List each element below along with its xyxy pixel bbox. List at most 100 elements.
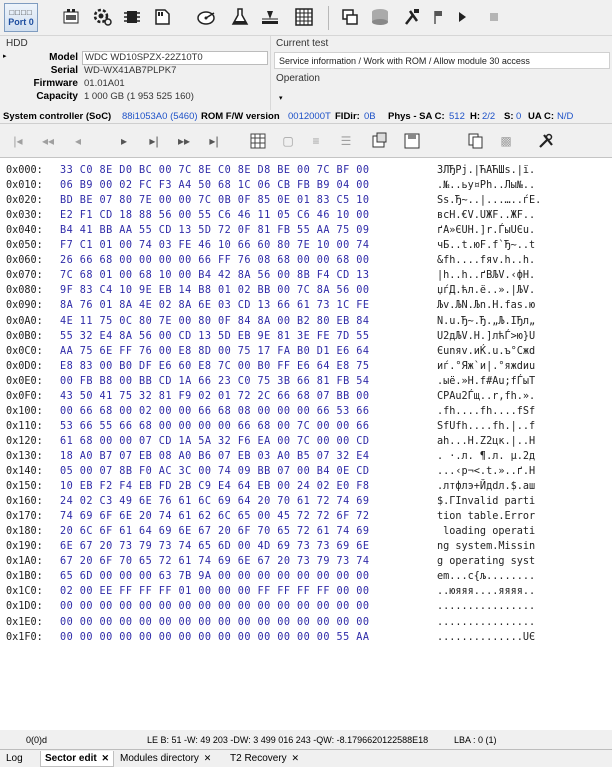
hex-ascii[interactable]: tion table.Error (437, 510, 535, 523)
tab-sector-edit[interactable]: Sector edit ✕ (40, 751, 115, 767)
hex-bytes[interactable]: AA 75 6E FF 76 00 E8 8D 00 75 17 FA B0 D… (60, 345, 369, 358)
hex-ascii[interactable]: .fh....fh....fSf (437, 405, 535, 418)
operation-dropdown-icon[interactable]: ▾ (279, 94, 283, 102)
list-icon[interactable]: ☰ (334, 129, 358, 153)
hex-row[interactable]: 0x190: 6E 67 20 73 79 73 74 65 6D 00 4D 6… (0, 540, 612, 553)
hex-bytes[interactable]: 53 66 55 66 68 00 00 00 00 66 68 00 7C 0… (60, 420, 369, 433)
hex-row[interactable]: 0x070: 7C 68 01 00 68 10 00 B4 42 8A 56 0… (0, 269, 612, 282)
write-tool-icon[interactable] (256, 3, 284, 31)
save-file-icon[interactable] (400, 129, 424, 153)
hex-ascii[interactable]: U2дЉV.Н.]лћЃ>ю}U (437, 330, 535, 343)
next-fast-icon[interactable]: ▸▸ (172, 129, 196, 153)
hex-bytes[interactable]: 00 00 00 00 00 00 00 00 00 00 00 00 00 0… (60, 631, 369, 644)
grid-table-icon[interactable] (290, 3, 318, 31)
hex-ascii[interactable]: ................ (437, 616, 535, 629)
hex-row[interactable]: 0x050: F7 C1 01 00 74 03 FE 46 10 66 60 8… (0, 239, 612, 252)
hex-row[interactable]: 0x1B0: 65 6D 00 00 00 63 7B 9A 00 00 00 0… (0, 570, 612, 583)
hex-row[interactable]: 0x1C0: 02 00 EE FF FF FF 01 00 00 00 FF F… (0, 585, 612, 598)
hex-bytes[interactable]: 00 66 68 00 02 00 00 66 68 08 00 00 00 6… (60, 405, 369, 418)
hex-bytes[interactable]: E8 83 00 B0 DF E6 60 E8 7C 00 B0 FF E6 6… (60, 360, 369, 373)
hex-row[interactable]: 0x130: 18 A0 B7 07 EB 08 A0 B6 07 EB 03 A… (0, 450, 612, 463)
hex-bytes[interactable]: 9F 83 C4 10 9E EB 14 B8 01 02 BB 00 7C 8… (60, 284, 369, 297)
hex-ascii[interactable]: loading operati (437, 525, 535, 538)
hex-row[interactable]: 0x000: 33 C0 8E D0 BC 00 7C 8E C0 8E D8 B… (0, 164, 612, 177)
hex-ascii[interactable]: . ·.л. ¶.л. µ.2д (437, 450, 535, 463)
flask-icon[interactable] (226, 3, 254, 31)
page-icon[interactable]: ▢ (276, 129, 300, 153)
hex-row[interactable]: 0x0A0: 4E 11 75 0C 80 7E 00 80 0F 84 8A 0… (0, 315, 612, 328)
hex-bytes[interactable]: 02 00 EE FF FF FF 01 00 00 00 FF FF FF F… (60, 585, 369, 598)
hex-bytes[interactable]: BD BE 07 80 7E 00 00 7C 0B 0F 85 0E 01 8… (60, 194, 369, 207)
tab-log[interactable]: Log (2, 751, 27, 767)
hex-bytes[interactable]: 20 6C 6F 61 64 69 6E 67 20 6F 70 65 72 6… (60, 525, 369, 538)
hex-ascii[interactable]: иѓ.°Яж`и|.°яжdиu (437, 360, 535, 373)
next-sector-icon[interactable]: ▸ (112, 129, 136, 153)
drive-identify-icon[interactable] (58, 3, 86, 31)
hex-ascii[interactable]: em...c{љ........ (437, 570, 535, 583)
model-value[interactable]: WDC WD10SPZX-22Z10T0 (82, 51, 268, 65)
hex-row[interactable]: 0x170: 74 69 6F 6E 20 74 61 62 6C 65 00 4… (0, 510, 612, 523)
hex-bytes[interactable]: E2 F1 CD 18 88 56 00 55 C6 46 11 05 C6 4… (60, 209, 369, 222)
hex-bytes[interactable]: 00 FB B8 00 BB CD 1A 66 23 C0 75 3B 66 8… (60, 375, 369, 388)
hex-row[interactable]: 0x040: B4 41 BB AA 55 CD 13 5D 72 0F 81 F… (0, 224, 612, 237)
tools-icon[interactable] (398, 3, 426, 31)
hex-row[interactable]: 0x080: 9F 83 C4 10 9E EB 14 B8 01 02 BB 0… (0, 284, 612, 297)
hex-ascii[interactable]: Єunяv.иЌ.u.ъ°Сжd (437, 345, 535, 358)
hex-row[interactable]: 0x150: 10 EB F2 F4 EB FD 2B C9 E4 64 EB 0… (0, 480, 612, 493)
hex-ascii[interactable]: $.ГInvalid parti (437, 495, 535, 508)
hex-editor-area[interactable]: 0x000: 33 C0 8E D0 BC 00 7C 8E C0 8E D8 B… (0, 157, 612, 730)
hex-ascii[interactable]: .ыё.»Н.f#Аu;fЃыT (437, 375, 535, 388)
hex-row[interactable]: 0x0E0: 00 FB B8 00 BB CD 1A 66 23 C0 75 3… (0, 375, 612, 388)
hex-ascii[interactable]: ng system.Missin (437, 540, 535, 553)
wrench-tools-icon[interactable] (534, 129, 558, 153)
chip-icon[interactable] (118, 3, 146, 31)
hex-bytes[interactable]: F7 C1 01 00 74 03 FE 46 10 66 60 80 7E 1… (60, 239, 369, 252)
hex-row[interactable]: 0x090: 8A 76 01 8A 4E 02 8A 6E 03 CD 13 6… (0, 299, 612, 312)
hex-row[interactable]: 0x060: 26 66 68 00 00 00 00 66 FF 76 08 6… (0, 254, 612, 267)
hex-bytes[interactable]: 33 C0 8E D0 BC 00 7C 8E C0 8E D8 BE 00 7… (60, 164, 369, 177)
hex-row[interactable]: 0x030: E2 F1 CD 18 88 56 00 55 C6 46 11 0… (0, 209, 612, 222)
hex-bytes[interactable]: 00 00 00 00 00 00 00 00 00 00 00 00 00 0… (60, 600, 369, 613)
hex-row[interactable]: 0x100: 00 66 68 00 02 00 00 66 68 08 00 0… (0, 405, 612, 418)
hex-bytes[interactable]: 7C 68 01 00 68 10 00 B4 42 8A 56 00 8B F… (60, 269, 369, 282)
settings-gear-icon[interactable] (88, 3, 116, 31)
hex-bytes[interactable]: 6E 67 20 73 79 73 74 65 6D 00 4D 69 73 7… (60, 540, 369, 553)
hex-ascii[interactable]: 3ЛЂРј.|ЋАЋШѕ.|ї. (437, 164, 535, 177)
hex-row[interactable]: 0x1F0: 00 00 00 00 00 00 00 00 00 00 00 0… (0, 631, 612, 644)
hex-ascii[interactable]: Љv.ЉN.Љn.Н.fas.ю (437, 299, 535, 312)
stop-icon[interactable] (480, 3, 508, 31)
hex-row[interactable]: 0x010: 06 B9 00 02 FC F3 A4 50 68 1C 06 C… (0, 179, 612, 192)
hex-ascii[interactable]: SfUfh....fh.|..f (437, 420, 535, 433)
database-stack-icon[interactable] (366, 3, 394, 31)
hex-ascii[interactable]: CPAu2Ѓщ..r,fh.». (437, 390, 535, 403)
hex-bytes[interactable]: 06 B9 00 02 FC F3 A4 50 68 1C 06 CB FB B… (60, 179, 369, 192)
hex-row[interactable]: 0x0D0: E8 83 00 B0 DF E6 60 E8 7C 00 B0 F… (0, 360, 612, 373)
last-sector-icon[interactable]: ▸| (202, 129, 226, 153)
disk-head-icon[interactable] (192, 3, 220, 31)
run-icon[interactable] (448, 3, 476, 31)
hex-bytes[interactable]: 61 68 00 00 07 CD 1A 5A 32 F6 EA 00 7C 0… (60, 435, 369, 448)
hex-bytes[interactable]: 8A 76 01 8A 4E 02 8A 6E 03 CD 13 66 61 7… (60, 299, 369, 312)
hex-bytes[interactable]: 43 50 41 75 32 81 F9 02 01 72 2C 66 68 0… (60, 390, 369, 403)
hex-row[interactable]: 0x1A0: 67 20 6F 70 65 72 61 74 69 6E 67 2… (0, 555, 612, 568)
paste-icon[interactable]: ▩ (494, 129, 518, 153)
hex-ascii[interactable]: чБ..t.юF.f`Ђ~..t (437, 239, 535, 252)
hex-ascii[interactable]: ґA»ЄUН.]r.ЃыUЄu. (437, 224, 535, 237)
hex-bytes[interactable]: 00 00 00 00 00 00 00 00 00 00 00 00 00 0… (60, 616, 369, 629)
hex-ascii[interactable]: ..............UЄ (437, 631, 535, 644)
hex-bytes[interactable]: 65 6D 00 00 00 63 7B 9A 00 00 00 00 00 0… (60, 570, 369, 583)
copy-windows-icon[interactable] (336, 3, 364, 31)
prev-sector-icon[interactable]: ◂ (66, 129, 90, 153)
hex-ascii[interactable]: .№..ьу¤Ph..Лы№.. (437, 179, 535, 192)
hex-ascii[interactable]: всН.€V.UЖF..ЖF.. (437, 209, 535, 222)
memory-card-icon[interactable] (148, 3, 176, 31)
tab-modules-directory[interactable]: Modules directory ✕ (116, 751, 215, 767)
hex-row[interactable]: 0x1E0: 00 00 00 00 00 00 00 00 00 00 00 0… (0, 616, 612, 629)
hex-grid-icon[interactable] (246, 129, 270, 153)
hex-bytes[interactable]: 10 EB F2 F4 EB FD 2B C9 E4 64 EB 00 24 0… (60, 480, 369, 493)
close-icon[interactable]: ✕ (291, 753, 299, 763)
hex-row[interactable]: 0x160: 24 02 C3 49 6E 76 61 6C 69 64 20 7… (0, 495, 612, 508)
hex-row[interactable]: 0x110: 53 66 55 66 68 00 00 00 00 66 68 0… (0, 420, 612, 433)
hex-bytes[interactable]: 4E 11 75 0C 80 7E 00 80 0F 84 8A 00 B2 8… (60, 315, 369, 328)
hex-row[interactable]: 0x020: BD BE 07 80 7E 00 00 7C 0B 0F 85 0… (0, 194, 612, 207)
